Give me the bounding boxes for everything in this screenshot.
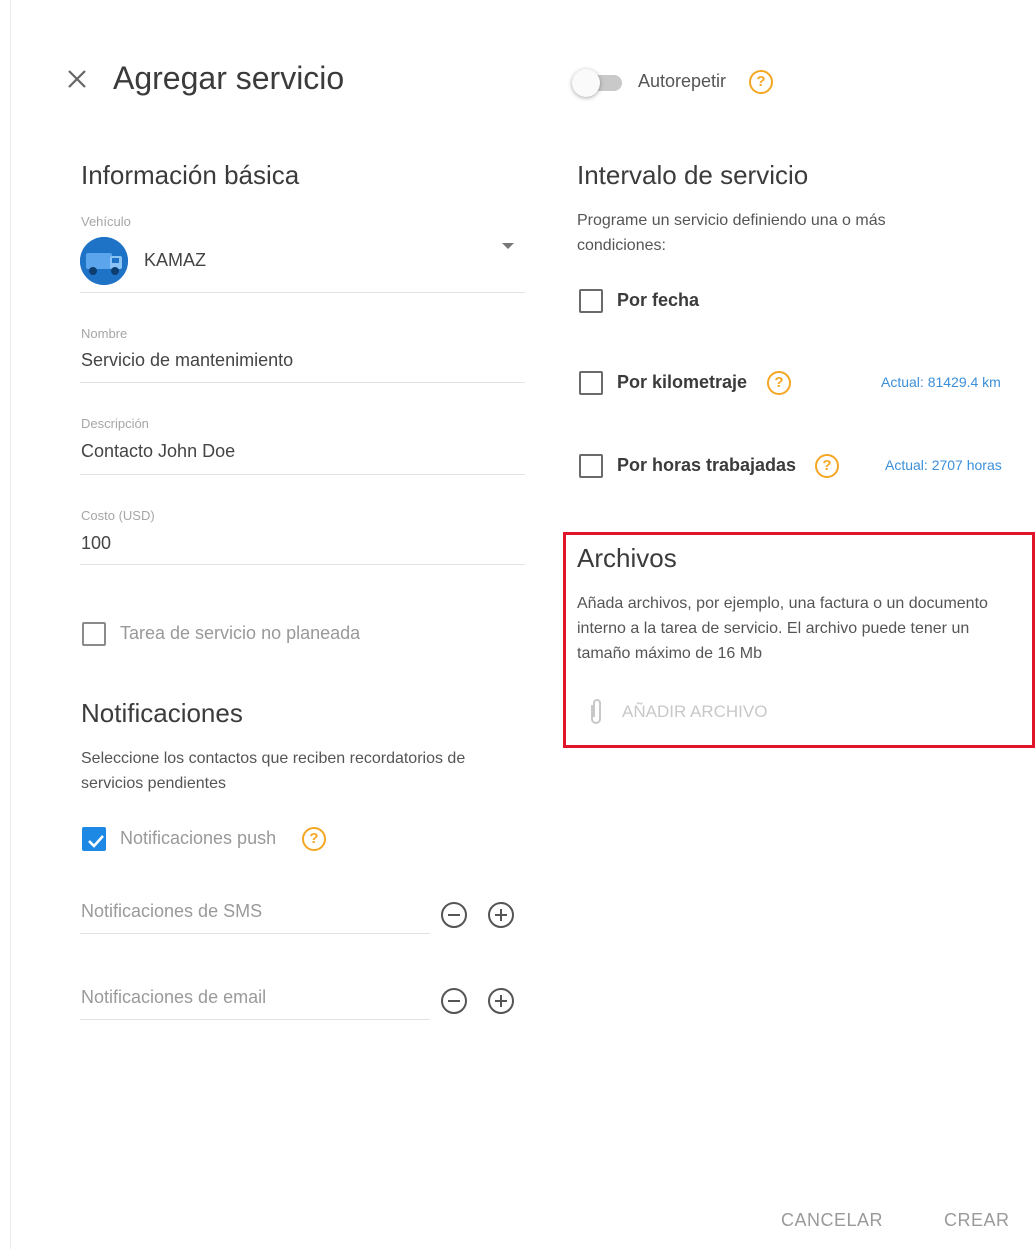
help-icon[interactable]: ? <box>302 827 326 851</box>
help-icon[interactable]: ? <box>767 371 791 395</box>
name-label: Nombre <box>81 326 128 341</box>
autorepeat-toggle[interactable] <box>572 69 624 97</box>
check-icon <box>88 835 104 848</box>
interval-title: Intervalo de servicio <box>577 160 809 190</box>
create-button[interactable]: CREAR <box>944 1210 1010 1231</box>
close-button[interactable] <box>62 64 92 94</box>
by-km-checkbox[interactable] <box>579 371 603 395</box>
km-actual: Actual: 81429.4 km <box>881 374 1001 390</box>
cancel-button[interactable]: CANCELAR <box>781 1210 883 1231</box>
push-label: Notificaciones push <box>120 828 277 848</box>
by-hours-label: Por horas trabajadas <box>617 455 797 475</box>
chevron-down-icon[interactable] <box>502 243 514 249</box>
cost-field[interactable]: 100 <box>81 533 111 554</box>
help-icon[interactable]: ? <box>749 70 773 94</box>
sms-underline <box>80 933 430 934</box>
plus-circle-icon[interactable] <box>488 902 514 928</box>
sms-input[interactable]: Notificaciones de SMS <box>81 901 262 922</box>
truck-icon <box>80 237 128 285</box>
name-field[interactable]: Servicio de mantenimiento <box>81 350 293 371</box>
vehicle-underline <box>80 292 525 293</box>
close-icon <box>68 70 86 88</box>
unplanned-checkbox[interactable] <box>82 622 106 646</box>
unplanned-label: Tarea de servicio no planeada <box>120 623 361 643</box>
email-input[interactable]: Notificaciones de email <box>81 987 266 1008</box>
notifications-description: Seleccione los contactos que reciben rec… <box>81 750 466 792</box>
files-description: Añada archivos, por ejemplo, una factura… <box>577 595 988 662</box>
by-date-checkbox[interactable] <box>579 289 603 313</box>
toggle-knob <box>572 69 600 97</box>
add-service-dialog: Agregar servicio Autorepetir ? Informaci… <box>0 0 1035 1249</box>
vehicle-label: Vehículo <box>81 214 131 229</box>
description-label: Descripción <box>81 416 149 431</box>
name-underline <box>80 382 525 383</box>
add-file-label: AÑADIR ARCHIVO <box>622 702 768 721</box>
vehicle-value[interactable]: KAMAZ <box>144 250 206 271</box>
autorepeat-label: Autorepetir <box>638 71 727 91</box>
push-checkbox[interactable] <box>82 827 106 851</box>
hours-actual: Actual: 2707 horas <box>885 457 1002 473</box>
files-title: Archivos <box>577 543 677 573</box>
dialog-title: Agregar servicio <box>113 60 345 96</box>
plus-circle-icon[interactable] <box>488 988 514 1014</box>
add-file-button[interactable]: AÑADIR ARCHIVO <box>586 695 767 729</box>
by-date-label: Por fecha <box>617 290 700 310</box>
email-underline <box>80 1019 430 1020</box>
cost-underline <box>80 564 525 565</box>
basic-info-title: Información básica <box>81 160 300 190</box>
by-km-label: Por kilometraje <box>617 372 748 392</box>
paperclip-icon <box>591 699 601 724</box>
notifications-title: Notificaciones <box>81 698 243 728</box>
help-icon[interactable]: ? <box>815 454 839 478</box>
by-hours-checkbox[interactable] <box>579 454 603 478</box>
dialog-edge <box>10 0 11 1249</box>
description-underline <box>80 474 525 475</box>
description-field[interactable]: Contacto John Doe <box>81 441 235 462</box>
interval-description: Programe un servicio definiendo una o má… <box>577 212 886 254</box>
cost-label: Costo (USD) <box>81 508 155 523</box>
minus-circle-icon[interactable] <box>441 902 467 928</box>
minus-circle-icon[interactable] <box>441 988 467 1014</box>
